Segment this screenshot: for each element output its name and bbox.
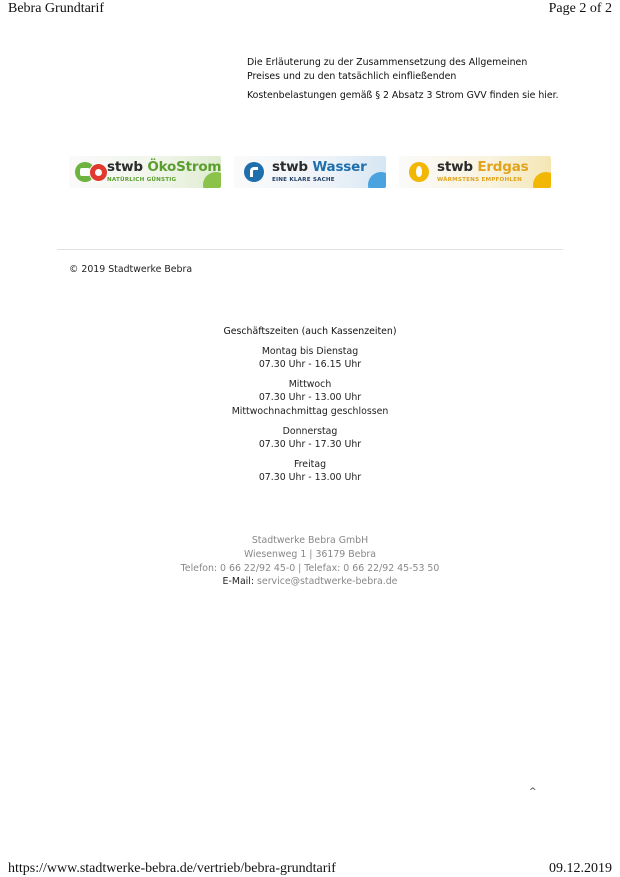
flame-icon	[409, 162, 429, 182]
erdgas-logo-banner[interactable]: stwb Erdgas WÄRMSTENS EMPFOHLEN	[399, 156, 551, 188]
erdgas-prefix: stwb	[437, 159, 473, 175]
hours-time: 07.30 Uhr - 16.15 Uhr	[258, 359, 362, 371]
hours-day: Freitag	[293, 458, 327, 470]
hours-group-fri: Freitag 07.30 Uhr - 13.00 Uhr	[130, 458, 490, 485]
print-footer-url: https://www.stadtwerke-bebra.de/vertrieb…	[8, 861, 336, 876]
erdgas-corner-accent	[533, 172, 551, 188]
footer-divider	[57, 249, 563, 250]
business-hours-title: Geschäftszeiten (auch Kassenzeiten)	[223, 326, 397, 337]
okostrom-logo-banner[interactable]: stwb ÖkoStrom NATÜRLICH GÜNSTIG	[69, 156, 221, 188]
print-footer-date: 09.12.2019	[549, 861, 612, 876]
water-tap-icon	[244, 162, 264, 182]
company-address: Wiesenweg 1 | 36179 Bebra	[243, 548, 377, 560]
company-name: Stadtwerke Bebra GmbH	[251, 535, 369, 546]
intro-text: Die Erläuterung zu der Zusammensetzung d…	[247, 56, 577, 103]
intro-line-3-link[interactable]: Kostenbelastungen gemäß § 2 Absatz 3 Str…	[247, 89, 577, 103]
wasser-logo-banner[interactable]: stwb Wasser EINE KLARE SACHE	[234, 156, 386, 188]
erdgas-tagline: WÄRMSTENS EMPFOHLEN	[437, 177, 523, 183]
wasser-name: Wasser	[312, 159, 367, 175]
wasser-prefix: stwb	[272, 159, 308, 175]
intro-line-2: Preises und zu den tatsächlich einfließe…	[247, 71, 457, 82]
wasser-brand: stwb Wasser	[272, 159, 367, 175]
erdgas-brand: stwb Erdgas	[437, 159, 529, 175]
wasser-tagline: EINE KLARE SACHE	[272, 177, 335, 183]
intro-line-1: Die Erläuterung zu der Zusammensetzung d…	[247, 57, 528, 68]
email-link[interactable]: service@stadtwerke-bebra.de	[257, 576, 397, 587]
hours-day: Montag bis Dienstag	[261, 345, 359, 357]
business-hours: Geschäftszeiten (auch Kassenzeiten) Mont…	[130, 325, 490, 485]
okostrom-tagline: NATÜRLICH GÜNSTIG	[107, 177, 177, 183]
erdgas-name: Erdgas	[477, 159, 529, 175]
hours-day: Donnerstag	[282, 425, 338, 437]
hours-time: 07.30 Uhr - 13.00 Uhr	[258, 392, 362, 404]
hours-group-wed: Mittwoch 07.30 Uhr - 13.00 Uhr Mittwochn…	[130, 378, 490, 419]
okostrom-brand: stwb ÖkoStrom	[107, 159, 221, 175]
phone-fax: Telefon: 0 66 22/92 45-0 | Telefax: 0 66…	[180, 562, 440, 574]
wasser-corner-accent	[368, 172, 386, 188]
okostrom-prefix: stwb	[107, 159, 143, 175]
hours-time: 07.30 Uhr - 17.30 Uhr	[258, 439, 362, 451]
hours-time: 07.30 Uhr - 13.00 Uhr	[258, 472, 362, 484]
hours-day: Mittwoch	[288, 378, 332, 390]
print-header-page-number: Page 2 of 2	[548, 1, 612, 16]
hours-group-mon-tue: Montag bis Dienstag 07.30 Uhr - 16.15 Uh…	[130, 345, 490, 372]
socket-icon	[89, 163, 108, 182]
hours-note: Mittwochnachmittag geschlossen	[231, 405, 389, 417]
copyright-text: © 2019 Stadtwerke Bebra	[69, 264, 193, 275]
scroll-to-top-icon[interactable]: ^	[529, 787, 537, 797]
hours-group-thu: Donnerstag 07.30 Uhr - 17.30 Uhr	[130, 425, 490, 452]
contact-block: Stadtwerke Bebra GmbH Wiesenweg 1 | 3617…	[130, 534, 490, 589]
email-label: E-Mail:	[222, 576, 255, 588]
print-header-title: Bebra Grundtarif	[8, 1, 105, 16]
email-line: E-Mail: service@stadtwerke-bebra.de	[130, 575, 490, 589]
